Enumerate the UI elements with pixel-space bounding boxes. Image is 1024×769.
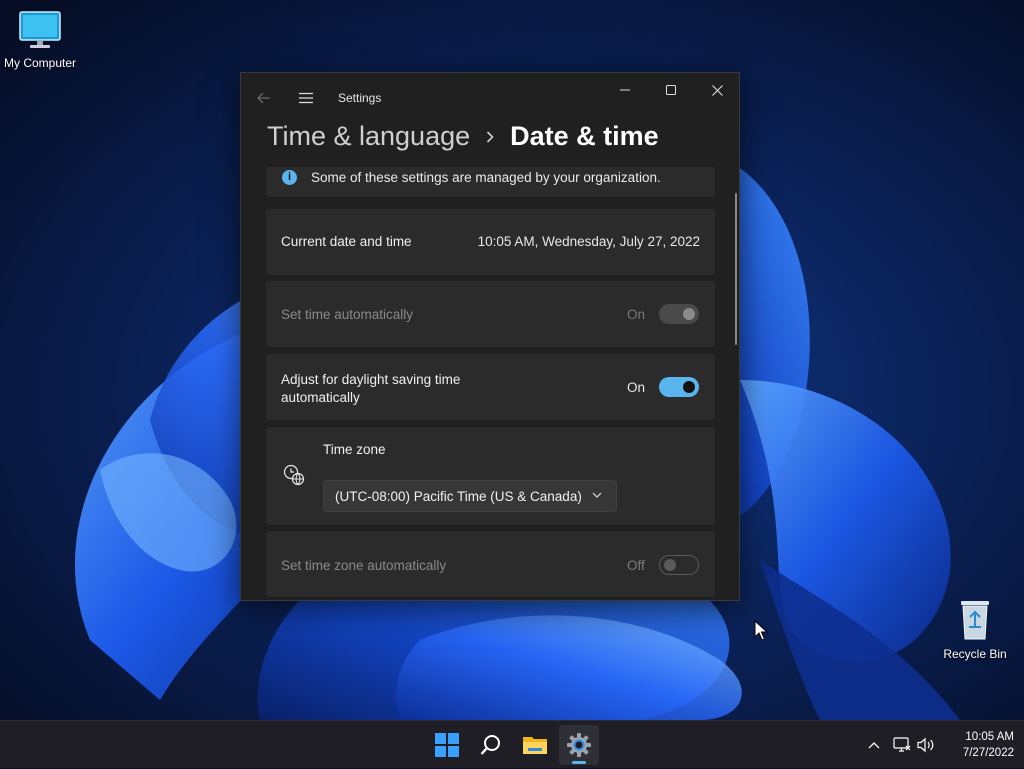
row-label: Current date and time (281, 234, 412, 249)
set-time-zone-automatically-toggle[interactable] (659, 555, 699, 575)
search-icon (480, 735, 500, 755)
minimize-button[interactable] (603, 75, 647, 105)
show-hidden-icons-button[interactable] (864, 735, 884, 755)
settings-icon (567, 733, 591, 757)
settings-window: Settings Time & language Date & time i S… (240, 72, 740, 601)
clock-time: 10:05 AM (965, 731, 1014, 743)
close-button[interactable] (695, 75, 739, 105)
row-label: Set time zone automatically (281, 558, 447, 573)
network-icon (893, 737, 911, 752)
active-indicator (572, 761, 586, 764)
settings-content[interactable]: i Some of these settings are managed by … (241, 167, 726, 600)
desktop-icon-label: My Computer (3, 56, 77, 70)
breadcrumb-parent-link[interactable]: Time & language (267, 121, 470, 152)
current-date-time-value: 10:05 AM, Wednesday, July 27, 2022 (477, 234, 700, 249)
row-label-line: automatically (281, 390, 360, 405)
chevron-right-icon (486, 130, 494, 143)
time-zone-selected-value: (UTC-08:00) Pacific Time (US & Canada) (335, 489, 582, 504)
breadcrumb: Time & language Date & time (267, 121, 659, 152)
row-label: Time zone (323, 442, 386, 457)
start-button[interactable] (427, 725, 467, 765)
window-title: Settings (338, 91, 382, 105)
set-time-automatically-row: Set time automatically On (266, 281, 715, 347)
monitor-icon (19, 11, 61, 48)
desktop-icon-my-computer[interactable]: My Computer (0, 10, 80, 70)
desktop-icon-recycle-bin[interactable]: Recycle Bin (935, 597, 1015, 661)
arrow-left-icon (257, 92, 270, 104)
start-icon (435, 733, 459, 757)
close-icon (711, 84, 723, 96)
mouse-cursor-icon (754, 620, 768, 641)
managed-by-org-banner: i Some of these settings are managed by … (266, 167, 715, 197)
toggle-state-text: On (627, 307, 646, 322)
page-title: Date & time (510, 121, 659, 151)
current-date-time-row: Current date and time 10:05 AM, Wednesda… (266, 209, 715, 275)
row-label: Adjust for daylight saving time automati… (281, 371, 460, 407)
daylight-saving-toggle[interactable] (659, 377, 699, 397)
daylight-saving-row: Adjust for daylight saving time automati… (266, 354, 715, 420)
settings-taskbar-button[interactable] (559, 725, 599, 765)
time-zone-row: Time zone (UTC-08:00) Pacific Time (US &… (266, 427, 715, 525)
toggle-state-text: On (627, 380, 646, 395)
chevron-up-icon (868, 742, 880, 749)
file-explorer-icon (523, 737, 547, 754)
network-button[interactable] (892, 735, 912, 755)
recycle-bin-icon (961, 601, 989, 640)
time-zone-dropdown[interactable]: (UTC-08:00) Pacific Time (US & Canada) (323, 480, 617, 512)
search-button[interactable] (471, 725, 511, 765)
back-button[interactable] (251, 85, 277, 111)
info-icon: i (282, 170, 297, 185)
row-label: Set time automatically (281, 307, 414, 322)
row-label-line: Adjust for daylight saving time (281, 372, 461, 387)
volume-icon (917, 737, 934, 753)
minimize-icon (620, 89, 630, 91)
desktop-icon-label: Recycle Bin (943, 647, 1007, 661)
maximize-icon (666, 85, 676, 95)
set-time-zone-automatically-row: Set time zone automatically Off (266, 531, 715, 597)
hamburger-icon (299, 92, 313, 104)
maximize-button[interactable] (649, 75, 693, 105)
navigation-menu-button[interactable] (293, 85, 319, 111)
chevron-down-icon (592, 492, 602, 498)
scrollbar[interactable] (735, 193, 737, 345)
taskbar: 10:05 AM 7/27/2022 (0, 720, 1024, 768)
volume-button[interactable] (916, 735, 936, 755)
file-explorer-button[interactable] (515, 725, 555, 765)
clock-globe-icon (283, 464, 305, 486)
banner-text: Some of these settings are managed by yo… (311, 170, 661, 185)
taskbar-clock[interactable]: 10:05 AM 7/27/2022 (944, 729, 1014, 761)
set-time-automatically-toggle[interactable] (659, 304, 699, 324)
toggle-state-text: Off (627, 558, 645, 573)
clock-date: 7/27/2022 (962, 747, 1014, 759)
